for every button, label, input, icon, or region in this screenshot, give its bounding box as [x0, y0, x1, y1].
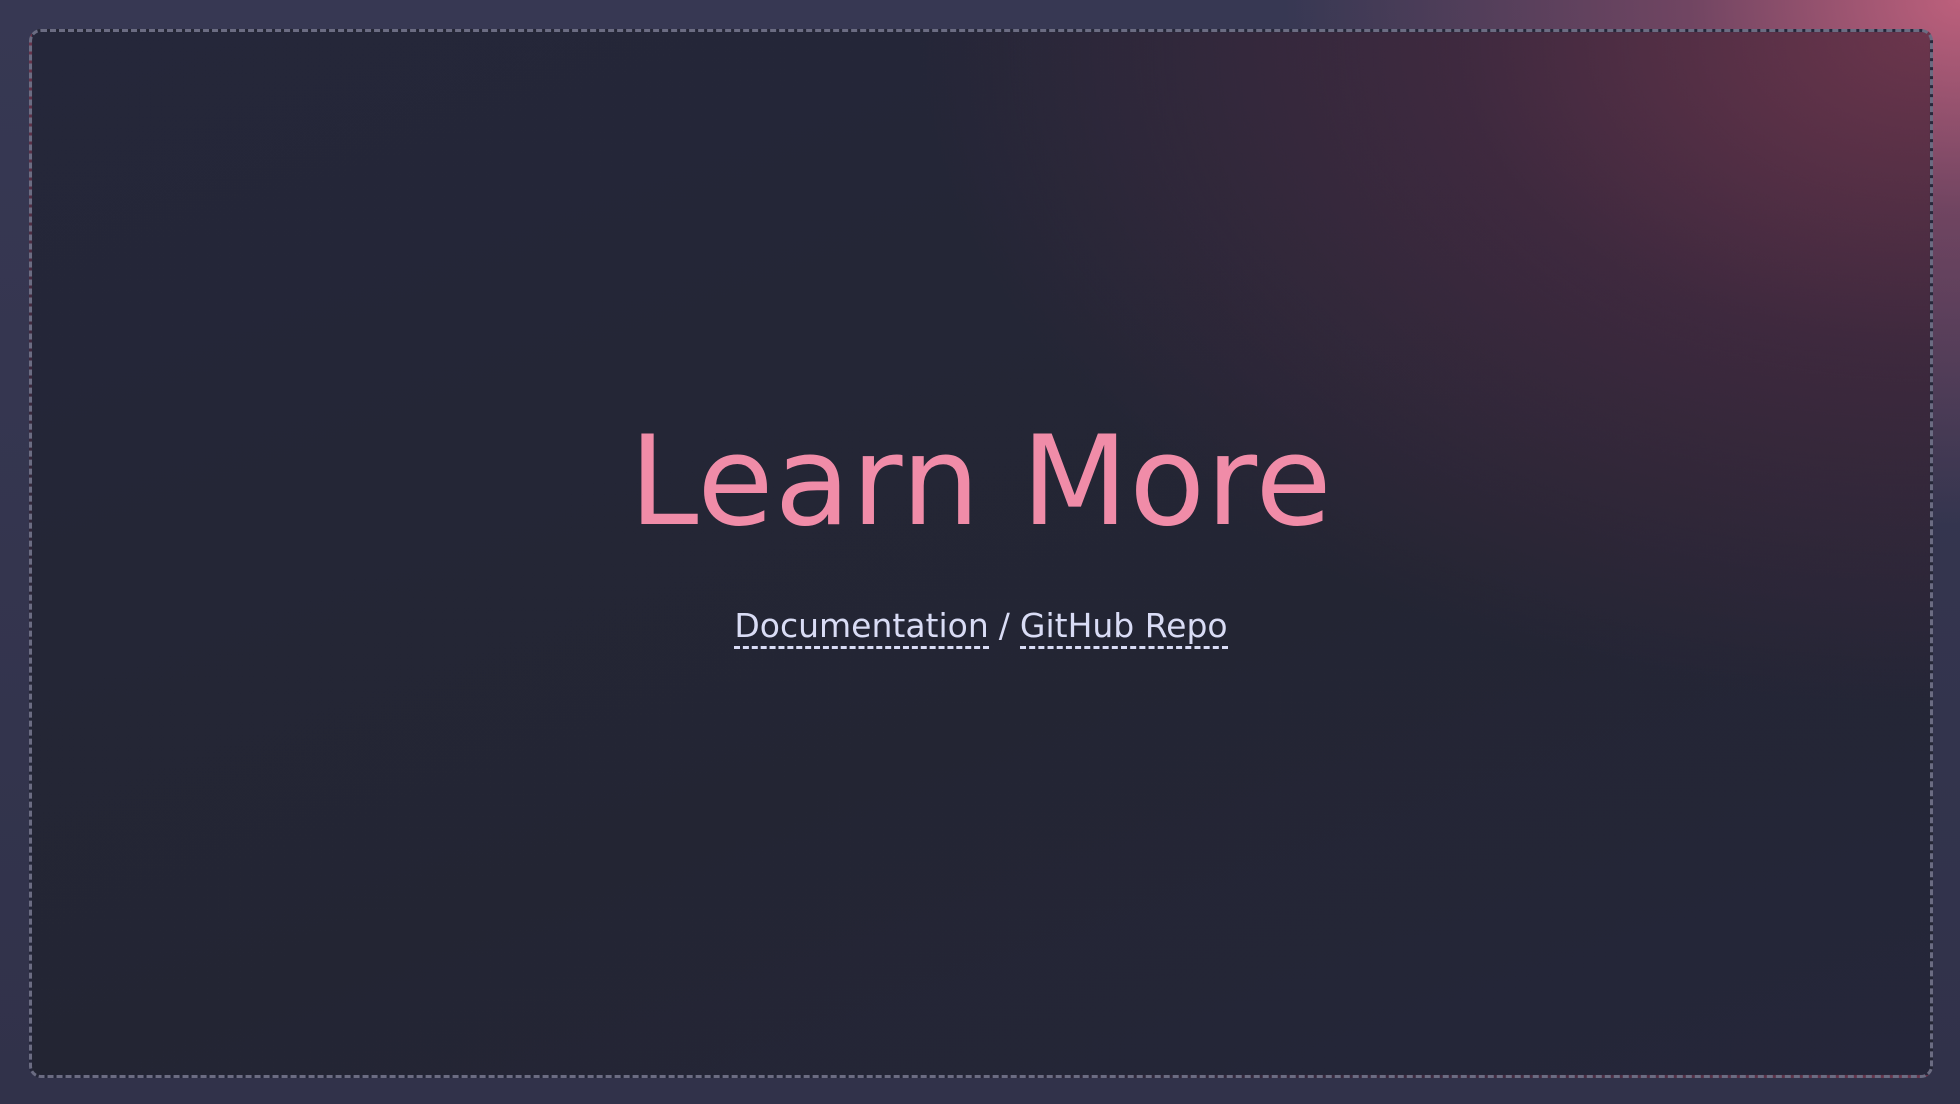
- slide-content: Learn More Documentation / GitHub Repo: [32, 410, 1930, 649]
- link-separator: /: [998, 606, 1010, 645]
- slide-frame: Learn More Documentation / GitHub Repo: [29, 29, 1933, 1078]
- github-repo-link[interactable]: GitHub Repo: [1019, 606, 1228, 649]
- slide-title: Learn More: [629, 410, 1333, 554]
- link-row: Documentation / GitHub Repo: [32, 604, 1930, 649]
- documentation-link[interactable]: Documentation: [734, 606, 989, 649]
